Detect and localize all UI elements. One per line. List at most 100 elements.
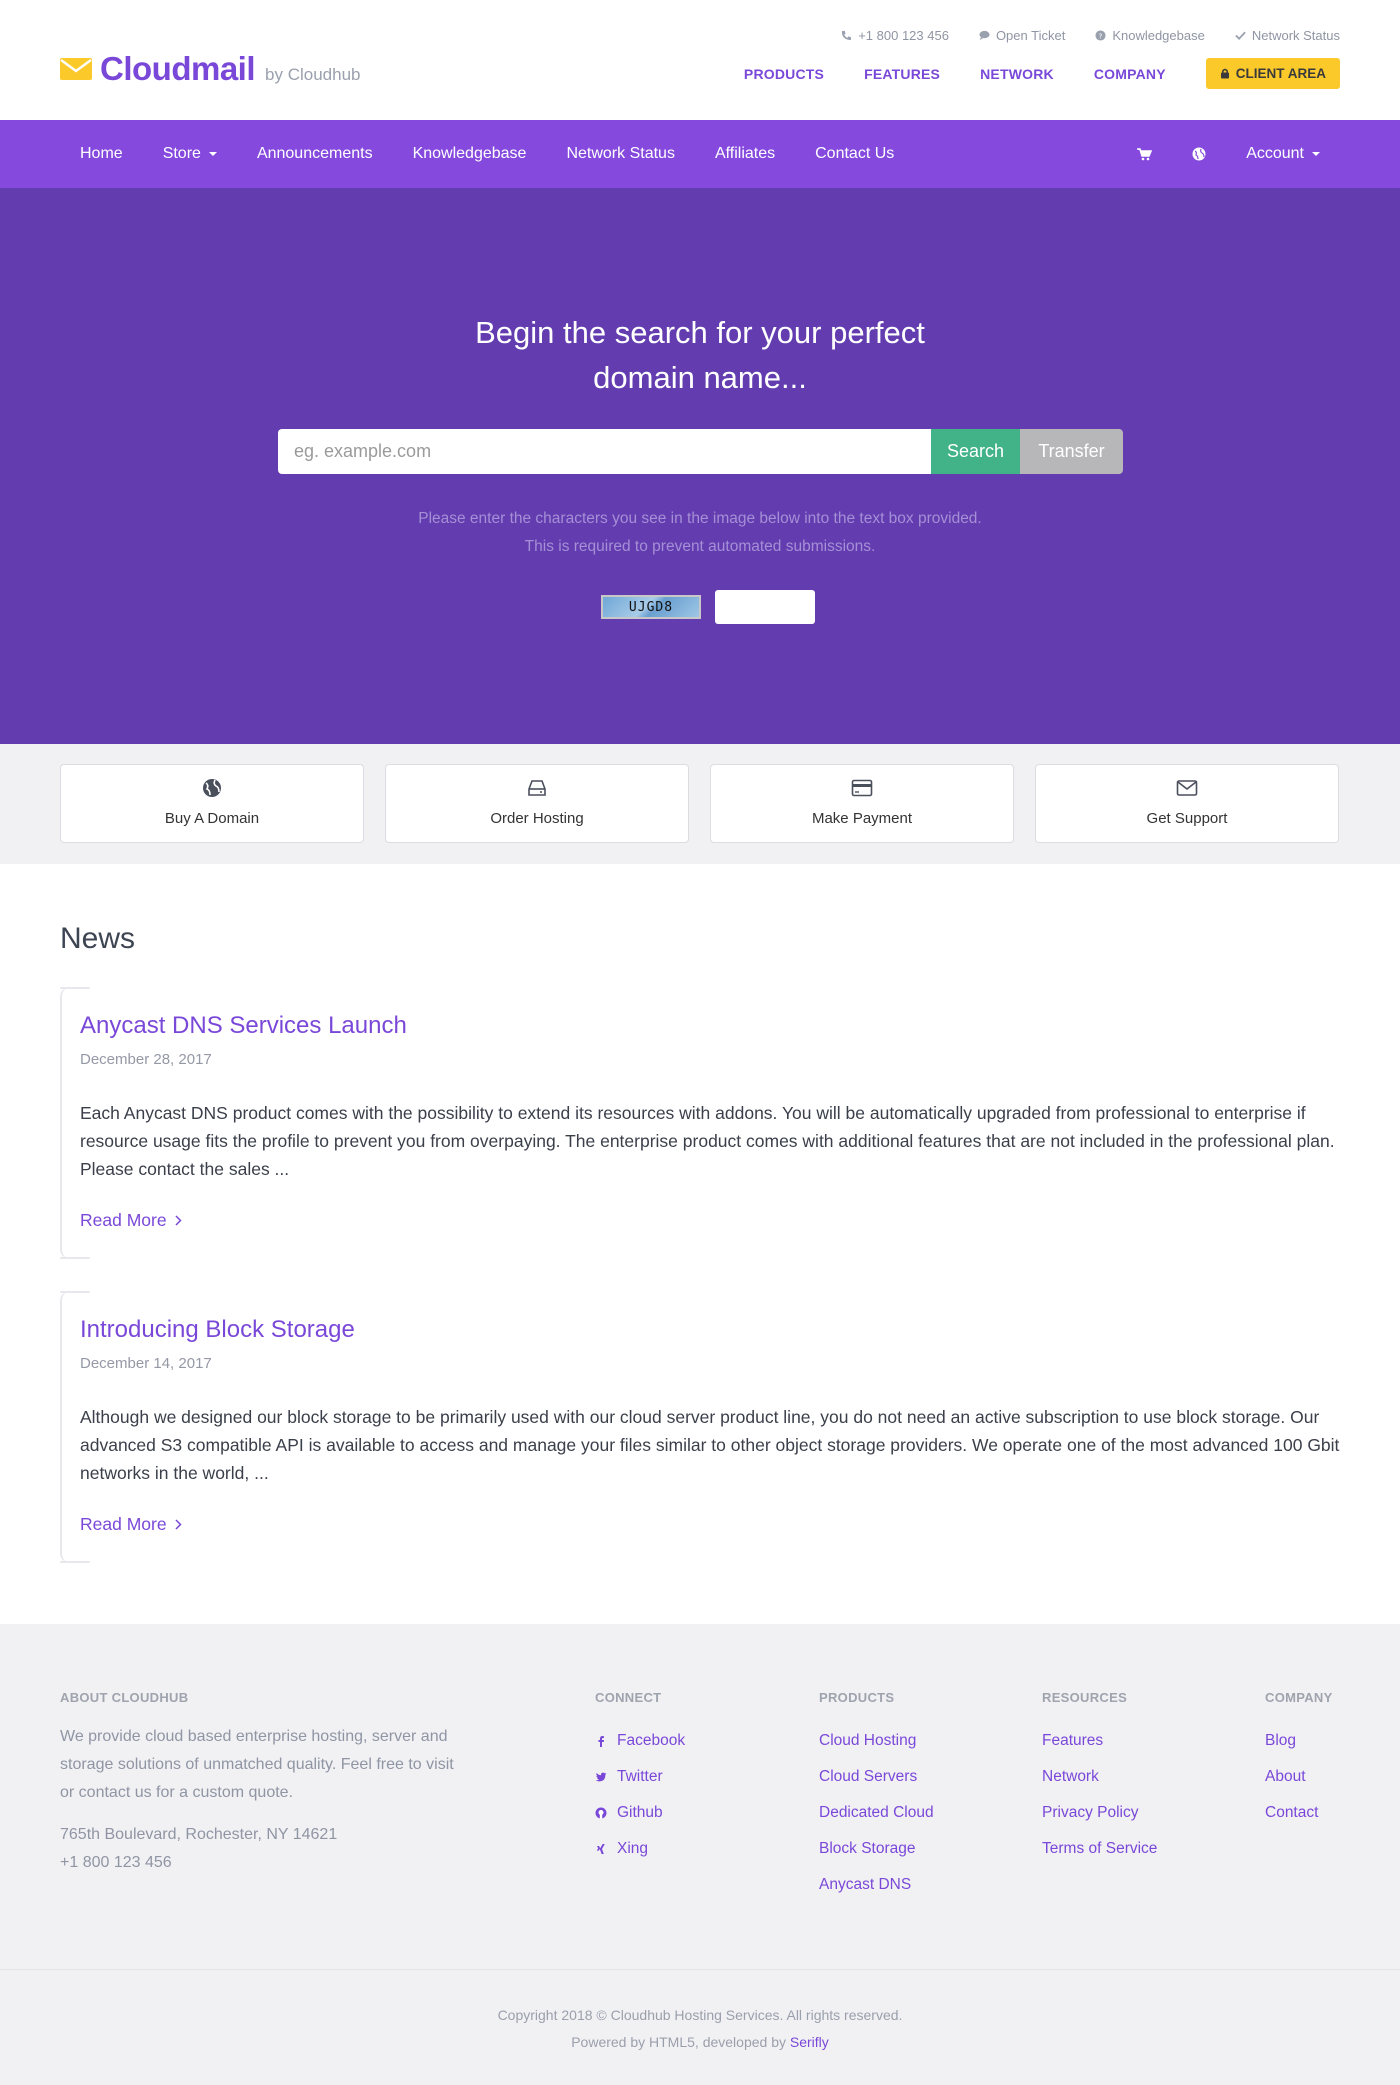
caret-down-icon [208,152,217,156]
products-link[interactable]: PRODUCTS [744,66,824,82]
news-section: News Anycast DNS Services Launch Decembe… [0,864,1400,1624]
twitter-link[interactable]: Twitter [595,1759,685,1795]
search-button[interactable]: Search [931,429,1020,474]
question-circle-icon: ? [1095,30,1106,41]
footer-phone: +1 800 123 456 [60,1854,172,1871]
make-payment-label: Make Payment [811,810,913,827]
hero-title-line2: domain name... [593,360,807,395]
nav-home[interactable]: Home [80,145,123,163]
footer-link-cloud-hosting[interactable]: Cloud Hosting [819,1723,934,1759]
svg-text:?: ? [1099,31,1103,40]
comment-icon [979,30,990,41]
hero-title-line1: Begin the search for your perfect [475,315,925,350]
get-support-label: Get Support [1146,810,1228,827]
github-label: Github [617,1804,663,1821]
hdd-icon [528,780,546,796]
client-area-label: CLIENT AREA [1235,66,1326,81]
facebook-label: Facebook [617,1732,686,1749]
github-icon [595,1807,607,1819]
nav-account-label: Account [1246,145,1304,162]
footer-products: PRODUCTS Cloud Hosting Cloud Servers Ded… [819,1690,934,1903]
news-post: Anycast DNS Services Launch December 28,… [60,987,1340,1259]
knowledgebase-label: Knowledgebase [1112,28,1205,43]
nav-contact-us[interactable]: Contact Us [815,145,894,163]
facebook-link[interactable]: Facebook [595,1723,685,1759]
quick-actions: Buy A Domain Order Hosting Make Payment … [0,744,1400,864]
cart-link[interactable] [1137,147,1153,161]
captcha-hint: Please enter the characters you see in t… [0,505,1400,561]
check-icon [1235,31,1246,41]
phone-link[interactable]: +1 800 123 456 [841,28,949,43]
order-hosting-button[interactable]: Order Hosting [385,764,689,843]
domain-search-bar: Search Transfer [278,429,1123,474]
powered-by-text: Powered by HTML5, developed by Serifly [0,2034,1400,2050]
xing-label: Xing [617,1840,649,1857]
nav-network-status[interactable]: Network Status [566,145,674,163]
open-ticket-link[interactable]: Open Ticket [979,28,1065,43]
footer-link-contact[interactable]: Contact [1265,1795,1333,1831]
twitter-label: Twitter [617,1768,663,1785]
footer-link-dedicated-cloud[interactable]: Dedicated Cloud [819,1795,934,1831]
xing-link[interactable]: Xing [595,1831,685,1867]
nav-affiliates[interactable]: Affiliates [715,145,775,163]
nav-knowledgebase[interactable]: Knowledgebase [413,145,527,163]
nav-store-label: Store [162,145,201,162]
caret-down-icon [1312,152,1320,156]
phone-label: +1 800 123 456 [858,28,949,43]
footer-link-anycast-dns[interactable]: Anycast DNS [819,1867,934,1903]
twitter-icon [595,1772,607,1782]
get-support-button[interactable]: Get Support [1035,764,1339,843]
logo[interactable]: Cloudmail by Cloudhub [60,50,360,88]
read-more-link[interactable]: Read More [80,1210,182,1231]
main-links: PRODUCTS FEATURES NETWORK COMPANY CLIENT… [744,58,1340,89]
nav-store[interactable]: Store [163,145,217,163]
envelope-icon [1176,780,1198,796]
footer-link-privacy-policy[interactable]: Privacy Policy [1042,1795,1157,1831]
footer-products-heading: PRODUCTS [819,1690,895,1705]
github-link[interactable]: Github [595,1795,685,1831]
news-post-title[interactable]: Anycast DNS Services Launch [80,1012,407,1040]
features-link[interactable]: FEATURES [864,66,940,82]
copyright-bar: Copyright 2018 © Cloudhub Hosting Servic… [0,1969,1400,2085]
read-more-link[interactable]: Read More [80,1514,182,1535]
make-payment-button[interactable]: Make Payment [710,764,1014,843]
buy-domain-label: Buy A Domain [164,810,260,827]
knowledgebase-link[interactable]: ? Knowledgebase [1095,28,1205,43]
hero-title: Begin the search for your perfect domain… [0,310,1400,400]
footer-link-about[interactable]: About [1265,1759,1333,1795]
client-area-button[interactable]: CLIENT AREA [1205,58,1340,89]
footer: ABOUT CLOUDHUB We provide cloud based en… [0,1624,1400,1969]
footer-company: COMPANY Blog About Contact [1265,1690,1333,1831]
captcha-input[interactable] [715,590,815,624]
chevron-right-icon [175,1215,182,1226]
footer-link-terms[interactable]: Terms of Service [1042,1831,1157,1867]
footer-resources-heading: RESOURCES [1042,1690,1128,1705]
domain-search-hero: Begin the search for your perfect domain… [0,188,1400,744]
footer-about-text: We provide cloud based enterprise hostin… [60,1728,454,1801]
footer-link-block-storage[interactable]: Block Storage [819,1831,934,1867]
footer-link-features[interactable]: Features [1042,1723,1157,1759]
globe-icon [1192,147,1206,161]
phone-icon [842,30,852,41]
news-heading: News [60,922,136,955]
company-link[interactable]: COMPANY [1094,66,1166,82]
network-status-link[interactable]: Network Status [1235,28,1340,43]
buy-domain-button[interactable]: Buy A Domain [60,764,364,843]
language-link[interactable] [1192,147,1206,161]
lock-icon [1220,68,1229,79]
main-navbar: Home Store Announcements Knowledgebase N… [0,120,1400,188]
news-post-body: Although we designed our block storage t… [80,1407,1340,1483]
footer-link-network[interactable]: Network [1042,1759,1157,1795]
footer-link-cloud-servers[interactable]: Cloud Servers [819,1759,934,1795]
footer-connect-heading: CONNECT [595,1690,662,1705]
globe-icon [203,779,221,797]
footer-link-blog[interactable]: Blog [1265,1723,1333,1759]
envelope-logo-icon [60,58,92,80]
serifly-link[interactable]: Serifly [790,2034,829,2050]
network-link[interactable]: NETWORK [980,66,1054,82]
nav-announcements[interactable]: Announcements [257,145,373,163]
transfer-button[interactable]: Transfer [1020,429,1123,474]
nav-account[interactable]: Account [1246,145,1320,163]
news-post-title[interactable]: Introducing Block Storage [80,1316,355,1344]
domain-search-input[interactable] [278,429,931,474]
